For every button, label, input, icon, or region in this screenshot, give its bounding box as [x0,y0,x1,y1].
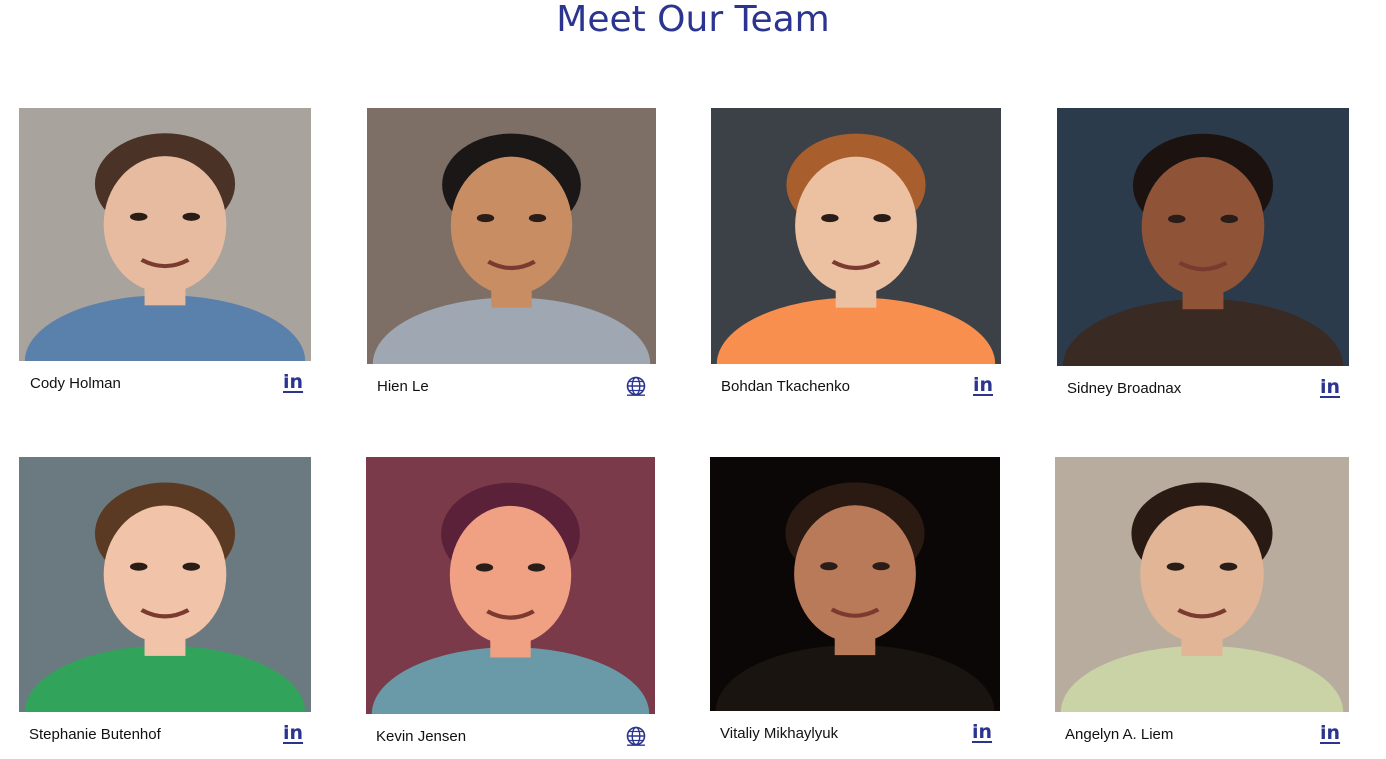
linkedin-link[interactable]: in [1320,723,1340,744]
team-member-name: Bohdan Tkachenko [721,378,850,395]
team-member-photo [367,108,656,364]
team-member-card: Angelyn A. Liem in [1055,457,1349,750]
team-member-card: Stephanie Butenhof in [19,457,311,750]
linkedin-icon: in [972,721,993,743]
team-member-card: Bohdan Tkachenko in [711,108,1001,402]
linkedin-link[interactable]: in [1320,377,1340,398]
team-member-photo [19,108,311,361]
globe-icon [626,726,646,746]
team-member-photo [710,457,1000,711]
team-member-name: Stephanie Butenhof [29,726,161,743]
linkedin-link[interactable]: in [283,372,303,393]
linkedin-link[interactable]: in [972,722,992,743]
globe-icon [626,376,646,396]
linkedin-icon: in [283,722,304,744]
team-page: Meet Our Team Cody Holman in Hien Le Bohdan… [0,0,1386,759]
team-member-name: Kevin Jensen [376,728,467,745]
website-link[interactable] [626,726,646,746]
website-link[interactable] [626,376,646,396]
team-member-photo [19,457,311,712]
linkedin-icon: in [1320,376,1341,398]
team-member-card: Hien Le [367,108,656,402]
team-member-card: Sidney Broadnax in [1057,108,1349,404]
team-member-name: Hien Le [377,378,429,395]
team-member-card: Vitaliy Mikhaylyuk in [710,457,1000,749]
team-member-name: Vitaliy Mikhaylyuk [720,725,839,742]
page-title: Meet Our Team [556,0,830,40]
linkedin-icon: in [1320,722,1341,744]
team-member-photo [1057,108,1349,366]
team-member-card: Kevin Jensen [366,457,655,752]
linkedin-link[interactable]: in [973,375,993,396]
team-member-card: Cody Holman in [19,108,311,399]
linkedin-icon: in [283,371,304,393]
team-member-name: Sidney Broadnax [1067,380,1182,397]
linkedin-icon: in [973,374,994,396]
team-member-photo [1055,457,1349,712]
linkedin-link[interactable]: in [283,723,303,744]
team-member-name: Angelyn A. Liem [1065,726,1174,743]
team-member-name: Cody Holman [30,375,121,392]
team-member-photo [366,457,655,714]
team-member-photo [711,108,1001,364]
